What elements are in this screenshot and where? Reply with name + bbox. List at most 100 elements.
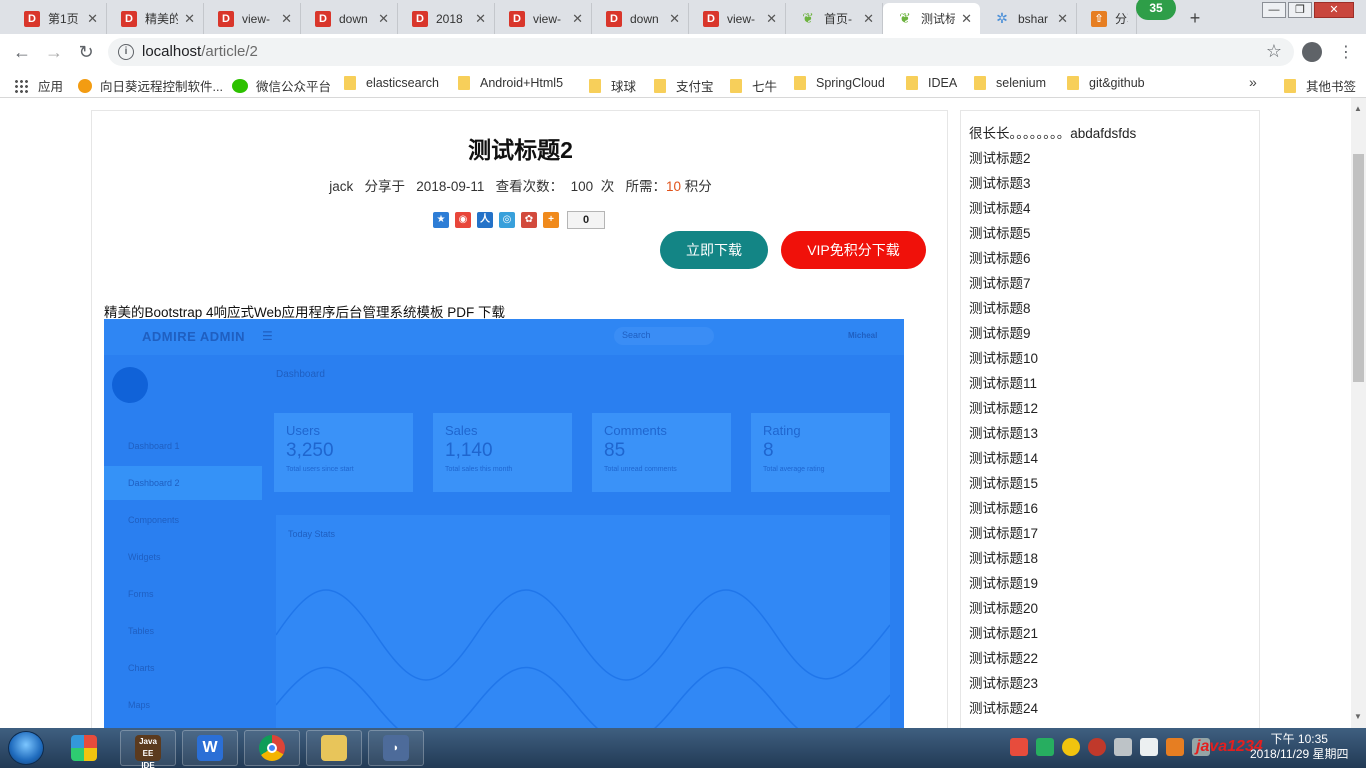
browser-tab[interactable]: Dview- ✕: [689, 3, 786, 34]
related-article-link[interactable]: 测试标题14: [969, 447, 1136, 472]
related-article-link[interactable]: 测试标题20: [969, 597, 1136, 622]
tab-close-icon[interactable]: ✕: [572, 11, 583, 27]
address-bar[interactable]: i localhost/article/2 ☆: [108, 38, 1294, 66]
browser-tab[interactable]: D 2018 ✕: [398, 3, 495, 34]
java-ee-ide-app[interactable]: Java EE IDE: [120, 730, 176, 768]
bookmark-item[interactable]: 球球: [589, 76, 636, 95]
menu-kebab-icon[interactable]: ⋮: [1338, 42, 1354, 62]
browser-tab[interactable]: D 精美的 ✕: [107, 3, 204, 34]
related-article-link[interactable]: 测试标题12: [969, 397, 1136, 422]
related-article-link[interactable]: 很长长。。。。。。。。abdafdsfds: [969, 122, 1136, 147]
related-article-link[interactable]: 测试标题16: [969, 497, 1136, 522]
window-close-button[interactable]: ✕: [1314, 2, 1354, 18]
browser-tab[interactable]: ❦ 首页- ✕: [786, 3, 883, 34]
tab-close-icon[interactable]: ✕: [281, 11, 292, 27]
qzone-share-icon[interactable]: ★: [433, 212, 449, 228]
bookmark-item[interactable]: SpringCloud: [794, 76, 885, 90]
browser-tab[interactable]: Dview- ✕: [495, 3, 592, 34]
system-clock[interactable]: 下午 10:35 2018/11/29 星期四: [1250, 732, 1349, 762]
tab-close-icon[interactable]: ✕: [475, 11, 486, 27]
related-article-link[interactable]: 测试标题6: [969, 247, 1136, 272]
network-icon[interactable]: [1114, 738, 1132, 756]
related-article-link[interactable]: 测试标题24: [969, 697, 1136, 722]
back-arrow-icon[interactable]: ←: [10, 40, 34, 64]
tencent-weibo-share-icon[interactable]: ◎: [499, 212, 515, 228]
mysql-tool-app[interactable]: ◗: [368, 730, 424, 766]
download-button[interactable]: 立即下载: [660, 231, 768, 269]
tieba-share-icon[interactable]: ✿: [521, 212, 537, 228]
tab-close-icon[interactable]: ✕: [961, 11, 972, 27]
related-article-link[interactable]: 测试标题4: [969, 197, 1136, 222]
browser-tab-active[interactable]: ❦ 测试标 ✕: [883, 3, 980, 34]
tab-close-icon[interactable]: ✕: [766, 11, 777, 27]
related-article-link[interactable]: 测试标题15: [969, 472, 1136, 497]
bookmark-item[interactable]: 七牛: [730, 76, 777, 95]
wps-writer-app[interactable]: W: [182, 730, 238, 766]
bookmark-item[interactable]: 支付宝: [654, 76, 714, 95]
bookmark-item[interactable]: 微信公众平台: [232, 76, 331, 95]
vip-download-button[interactable]: VIP免积分下载: [781, 231, 926, 269]
browser-tab[interactable]: D 第1页 ✕: [10, 3, 107, 34]
scroll-down-icon[interactable]: ▼: [1354, 712, 1362, 721]
chrome-app[interactable]: [244, 730, 300, 766]
related-article-link[interactable]: 测试标题18: [969, 547, 1136, 572]
scroll-up-icon[interactable]: ▲: [1354, 104, 1362, 113]
related-article-link[interactable]: 测试标题19: [969, 572, 1136, 597]
forward-arrow-icon[interactable]: →: [42, 40, 66, 64]
related-article-link[interactable]: 测试标题22: [969, 647, 1136, 672]
browser-tab[interactable]: ✲ bshar ✕: [980, 3, 1077, 34]
start-button[interactable]: [8, 731, 44, 765]
renren-share-icon[interactable]: 人: [477, 212, 493, 228]
browser-tab[interactable]: Dview- ✕: [204, 3, 301, 34]
related-article-link[interactable]: 测试标题13: [969, 422, 1136, 447]
browser-tab[interactable]: Ddown ✕: [592, 3, 689, 34]
browser-tab[interactable]: Ddown ✕: [301, 3, 398, 34]
url-text[interactable]: localhost/article/2: [142, 43, 258, 60]
tab-close-icon[interactable]: ✕: [184, 11, 195, 27]
related-article-link[interactable]: 测试标题2: [969, 147, 1136, 172]
display-icon[interactable]: [1140, 738, 1158, 756]
sync-icon[interactable]: [1166, 738, 1184, 756]
related-article-link[interactable]: 测试标题9: [969, 322, 1136, 347]
bookmark-item[interactable]: IDEA: [906, 76, 957, 90]
bookmark-item[interactable]: selenium: [974, 76, 1046, 90]
file-explorer-app[interactable]: [306, 730, 362, 766]
tab-close-icon[interactable]: ✕: [669, 11, 680, 27]
scrollbar-thumb[interactable]: [1353, 154, 1364, 382]
antivirus-icon[interactable]: [1088, 738, 1106, 756]
security-shield-icon[interactable]: [1036, 738, 1054, 756]
input-method-icon[interactable]: [1010, 738, 1028, 756]
maximize-button[interactable]: ❐: [1288, 2, 1312, 18]
related-article-link[interactable]: 测试标题5: [969, 222, 1136, 247]
bookmark-item[interactable]: git&github: [1067, 76, 1145, 90]
reload-icon[interactable]: ↻: [74, 40, 98, 64]
tab-close-icon[interactable]: ✕: [863, 11, 874, 27]
related-article-link[interactable]: 测试标题23: [969, 672, 1136, 697]
bookmark-item[interactable]: elasticsearch: [344, 76, 439, 90]
more-share-icon[interactable]: +: [543, 212, 559, 228]
tab-close-icon[interactable]: ✕: [378, 11, 389, 27]
bookmark-item[interactable]: 向日葵远程控制软件...: [78, 76, 223, 95]
related-article-link[interactable]: 测试标题11: [969, 372, 1136, 397]
bookmarks-overflow-icon[interactable]: »: [1249, 74, 1257, 90]
paint-app[interactable]: [56, 730, 112, 766]
info-icon[interactable]: i: [118, 44, 134, 60]
tab-close-icon[interactable]: ✕: [87, 11, 98, 27]
related-article-link[interactable]: 测试标题17: [969, 522, 1136, 547]
related-article-link[interactable]: 测试标题3: [969, 172, 1136, 197]
related-article-link[interactable]: 测试标题7: [969, 272, 1136, 297]
related-article-link[interactable]: 测试标题8: [969, 297, 1136, 322]
bookmark-item[interactable]: Android+Html5: [458, 76, 563, 90]
related-article-link[interactable]: 测试标题10: [969, 347, 1136, 372]
bookmark-item[interactable]: 应用: [14, 76, 63, 95]
page-scrollbar[interactable]: ▲ ▼: [1351, 98, 1366, 728]
minimize-button[interactable]: —: [1262, 2, 1286, 18]
other-bookmarks[interactable]: 其他书签: [1284, 76, 1356, 95]
new-tab-button[interactable]: +: [1184, 7, 1206, 29]
tab-close-icon[interactable]: ✕: [1057, 11, 1068, 27]
bookmark-star-icon[interactable]: ☆: [1266, 41, 1282, 62]
account-icon[interactable]: [1302, 42, 1322, 62]
plus-tray-icon[interactable]: [1062, 738, 1080, 756]
browser-tab[interactable]: ⇧ 分享到: [1077, 3, 1137, 34]
weibo-share-icon[interactable]: ◉: [455, 212, 471, 228]
